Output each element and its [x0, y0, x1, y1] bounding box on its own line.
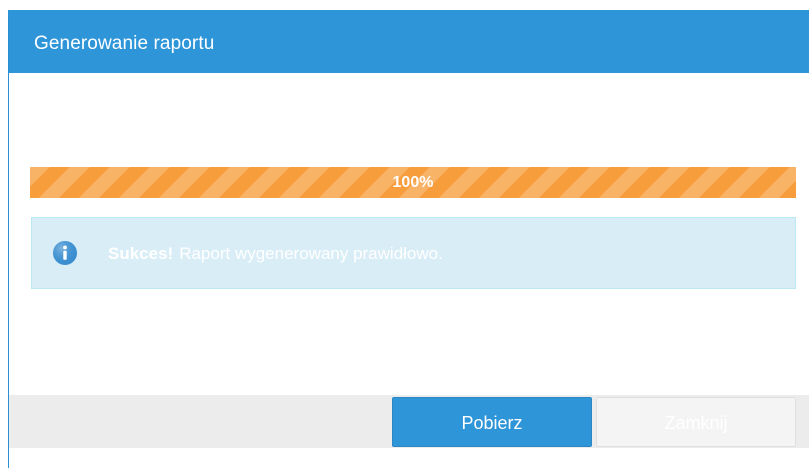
alert-text: Sukces! Raport wygenerowany prawidłowo.: [108, 244, 443, 264]
success-alert: Sukces! Raport wygenerowany prawidłowo.: [31, 217, 796, 289]
info-icon: [53, 241, 77, 265]
download-button[interactable]: Pobierz: [392, 397, 592, 447]
dialog-title: Generowanie raportu: [34, 33, 215, 54]
close-button[interactable]: Zamknij: [596, 397, 796, 447]
alert-message: Raport wygenerowany prawidłowo.: [179, 244, 443, 263]
progress-label: 100%: [392, 174, 434, 191]
alert-strong: Sukces!: [108, 244, 174, 263]
dialog-footer: Pobierz Zamknij: [9, 395, 809, 448]
progress-bar: 100%: [30, 167, 796, 198]
report-dialog: Generowanie raportu 100% Sukces! Raport w…: [8, 10, 809, 468]
dialog-titlebar: Generowanie raportu: [9, 10, 809, 73]
